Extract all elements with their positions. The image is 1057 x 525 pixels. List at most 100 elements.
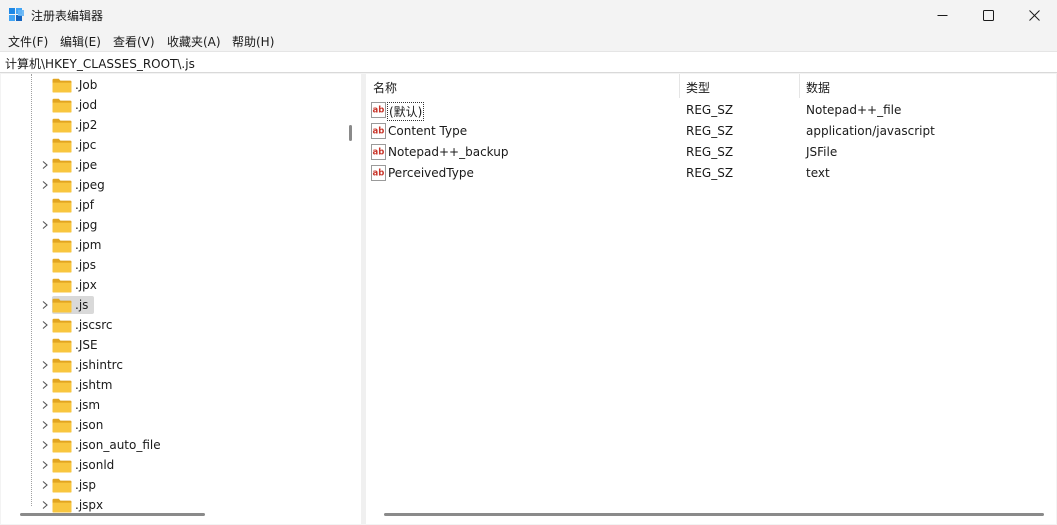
tree-item[interactable]: .jshtm <box>1 375 341 395</box>
tree-item[interactable]: .jps <box>1 255 341 275</box>
chevron-right-icon[interactable] <box>40 160 50 170</box>
menu-edit[interactable]: 编辑(E) <box>60 33 101 50</box>
value-data: application/javascript <box>806 124 935 138</box>
tree-item[interactable]: .jp2 <box>1 115 341 135</box>
tree-item-label: .jps <box>75 258 97 272</box>
title-bar[interactable]: 注册表编辑器 <box>0 0 1057 30</box>
folder-icon <box>52 98 72 113</box>
menu-file[interactable]: 文件(F) <box>8 33 48 50</box>
regedit-app-icon <box>9 8 24 21</box>
tree-item-label: .jpg <box>75 218 98 232</box>
tree-item-label: .jsonld <box>75 458 115 472</box>
tree-item[interactable]: .jsp <box>1 475 341 495</box>
close-button[interactable] <box>1011 0 1057 30</box>
tree-item-label: .Job <box>75 78 98 92</box>
tree-vertical-scrollbar[interactable] <box>349 125 352 141</box>
tree-horizontal-scrollbar[interactable] <box>20 513 205 516</box>
address-bar[interactable]: 计算机\HKEY_CLASSES_ROOT\.js <box>0 51 1057 73</box>
chevron-right-icon[interactable] <box>40 500 50 510</box>
tree-item-label: .jpeg <box>75 178 105 192</box>
chevron-right-icon[interactable] <box>40 180 50 190</box>
tree-item-label: .js <box>75 298 89 312</box>
tree-item[interactable]: .json_auto_file <box>1 435 341 455</box>
table-row[interactable]: ab Content Type REG_SZ application/javascri… <box>366 121 1056 142</box>
folder-icon <box>52 238 72 253</box>
close-icon <box>1028 9 1040 21</box>
minimize-button[interactable] <box>919 0 965 30</box>
column-header-data[interactable]: 数据 <box>806 79 830 96</box>
chevron-right-icon[interactable] <box>40 420 50 430</box>
chevron-right-icon[interactable] <box>40 460 50 470</box>
tree-item[interactable]: .jpeg <box>1 175 341 195</box>
tree-item[interactable]: .jpe <box>1 155 341 175</box>
tree-item[interactable]: .jpm <box>1 235 341 255</box>
tree-item[interactable]: .jpf <box>1 195 341 215</box>
value-data: text <box>806 166 830 180</box>
folder-icon <box>52 458 72 473</box>
tree-item[interactable]: .jscsrc <box>1 315 341 335</box>
tree-item-label: .jshintrc <box>75 358 123 372</box>
chevron-right-icon[interactable] <box>40 300 50 310</box>
tree-item-label: .jod <box>75 98 98 112</box>
value-type: REG_SZ <box>686 124 734 138</box>
value-type: REG_SZ <box>686 166 734 180</box>
menu-view[interactable]: 查看(V) <box>113 33 155 50</box>
chevron-right-icon[interactable] <box>40 440 50 450</box>
menu-favorites[interactable]: 收藏夹(A) <box>167 33 221 50</box>
folder-icon <box>52 278 72 293</box>
chevron-right-icon[interactable] <box>40 380 50 390</box>
folder-icon <box>52 338 72 353</box>
folder-icon <box>52 378 72 393</box>
tree-item-label: .jpm <box>75 238 102 252</box>
maximize-button[interactable] <box>965 0 1011 30</box>
tree-item-label: .jsm <box>75 398 101 412</box>
value-data: Notepad++_file <box>806 103 902 117</box>
column-divider[interactable] <box>679 74 680 98</box>
table-row[interactable]: ab PerceivedType REG_SZ text <box>366 163 1056 184</box>
value-name: (默认) <box>386 102 425 121</box>
tree-item[interactable]: .jspx <box>1 495 341 515</box>
values-list-pane[interactable]: 名称 类型 数据 ab (默认) REG_SZ Notepad++_file ab Con… <box>366 74 1056 524</box>
chevron-right-icon[interactable] <box>40 360 50 370</box>
svg-text:ab: ab <box>373 148 385 158</box>
table-row[interactable]: ab (默认) REG_SZ Notepad++_file <box>366 100 1056 121</box>
column-header-name[interactable]: 名称 <box>373 79 397 96</box>
tree-item[interactable]: .js <box>1 295 341 315</box>
svg-text:ab: ab <box>373 106 385 116</box>
folder-icon <box>52 158 72 173</box>
menu-help[interactable]: 帮助(H) <box>232 33 274 50</box>
tree-item[interactable]: .jsm <box>1 395 341 415</box>
string-value-icon: ab <box>371 123 386 139</box>
tree-item[interactable]: .json <box>1 415 341 435</box>
tree-item[interactable]: .jsonld <box>1 455 341 475</box>
tree-item[interactable]: .jshintrc <box>1 355 341 375</box>
chevron-right-icon[interactable] <box>40 220 50 230</box>
tree-item[interactable]: .jod <box>1 95 341 115</box>
value-type: REG_SZ <box>686 103 734 117</box>
tree-item-label: .jpf <box>75 198 94 212</box>
minimize-icon <box>937 14 947 16</box>
tree-item[interactable]: .jpc <box>1 135 341 155</box>
tree-item[interactable]: .jpg <box>1 215 341 235</box>
column-header-type[interactable]: 类型 <box>686 79 710 96</box>
chevron-right-icon[interactable] <box>40 320 50 330</box>
folder-icon <box>52 418 72 433</box>
chevron-right-icon[interactable] <box>40 480 50 490</box>
value-name: Content Type <box>388 124 468 138</box>
folder-icon <box>52 198 72 213</box>
folder-icon <box>52 478 72 493</box>
string-value-icon: ab <box>371 102 386 118</box>
tree-item[interactable]: .Job <box>1 75 341 95</box>
key-tree-pane[interactable]: .Job .jod .jp2 .jpc .jpe .jpeg .jpf .jpg .jpm .jp… <box>1 74 361 524</box>
table-row[interactable]: ab Notepad++_backup REG_SZ JSFile <box>366 142 1056 163</box>
tree-item-label: .jshtm <box>75 378 113 392</box>
column-divider[interactable] <box>799 74 800 98</box>
tree-item-label: .jp2 <box>75 118 98 132</box>
list-horizontal-scrollbar[interactable] <box>384 513 1044 516</box>
tree-item[interactable]: .JSE <box>1 335 341 355</box>
tree-item-label: .jpc <box>75 138 97 152</box>
chevron-right-icon[interactable] <box>40 400 50 410</box>
tree-item[interactable]: .jpx <box>1 275 341 295</box>
tree-item-label: .json_auto_file <box>75 438 161 452</box>
address-path[interactable]: 计算机\HKEY_CLASSES_ROOT\.js <box>5 55 195 72</box>
